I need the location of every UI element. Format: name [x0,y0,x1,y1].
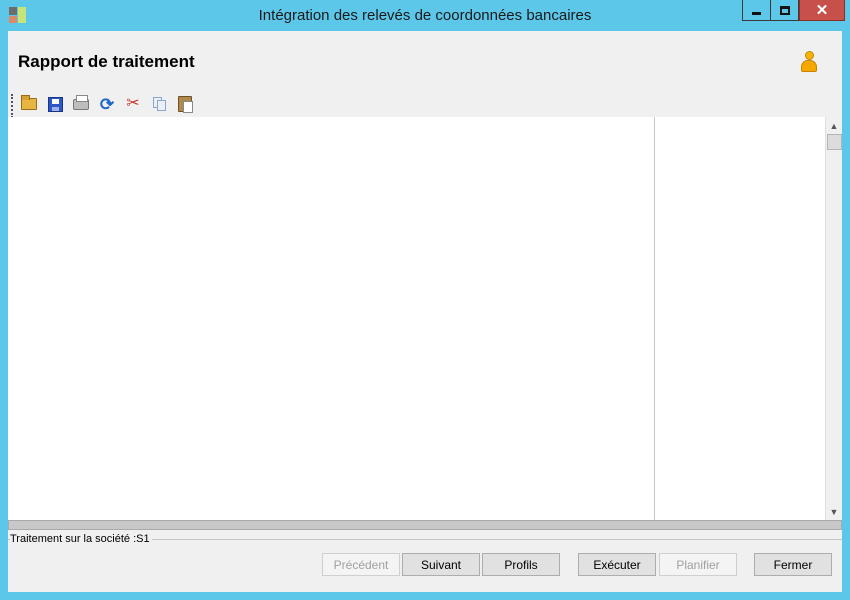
previous-button[interactable]: Précédent [322,553,400,576]
print-icon [73,94,89,110]
execute-button[interactable]: Exécuter [578,553,656,576]
save-icon [47,96,63,112]
close-button[interactable]: Fermer [754,553,832,576]
close-window-button[interactable]: ✕ [799,0,845,21]
refresh-icon: ⟳ [99,94,115,114]
cut-button[interactable]: ✂ [123,95,143,113]
maximize-button[interactable] [770,0,799,21]
toolbar-grip[interactable] [11,94,13,118]
maximize-icon [779,5,790,15]
save-button[interactable] [45,95,65,113]
progress-bar [8,520,842,530]
open-folder-icon [21,95,37,110]
profiles-button[interactable]: Profils [482,553,560,576]
next-button[interactable]: Suivant [402,553,480,576]
minimize-button[interactable] [742,0,771,21]
user-icon[interactable] [800,51,818,73]
report-side-pane[interactable] [655,117,825,520]
toolbar: ⟳ ✂ [8,91,842,118]
copy-button[interactable] [149,95,169,113]
scroll-down-icon[interactable]: ▼ [826,503,842,520]
status-label: Traitement sur la société :S1 [10,533,152,545]
scroll-thumb[interactable] [827,134,842,150]
open-button[interactable] [19,95,39,113]
paste-button[interactable] [175,95,195,113]
app-window: Intégration des relevés de coordonnées b… [0,0,850,600]
window-title: Intégration des relevés de coordonnées b… [258,7,592,24]
paste-icon [178,96,193,113]
vertical-scrollbar[interactable]: ▲ ▼ [825,117,842,520]
client-area: Rapport de traitement ⟳ ✂ ▲ ▼ Traitement… [8,31,842,592]
report-text-area[interactable] [8,117,654,520]
page-title: Rapport de traitement [18,52,195,71]
cut-icon: ✂ [126,95,140,112]
close-icon: ✕ [815,1,829,19]
refresh-button[interactable]: ⟳ [97,95,117,113]
print-button[interactable] [71,94,91,113]
schedule-button[interactable]: Planifier [659,553,737,576]
minimize-icon [752,11,761,15]
copy-icon [152,97,166,111]
title-bar[interactable]: Intégration des relevés de coordonnées b… [0,0,850,31]
scroll-up-icon[interactable]: ▲ [826,117,842,134]
